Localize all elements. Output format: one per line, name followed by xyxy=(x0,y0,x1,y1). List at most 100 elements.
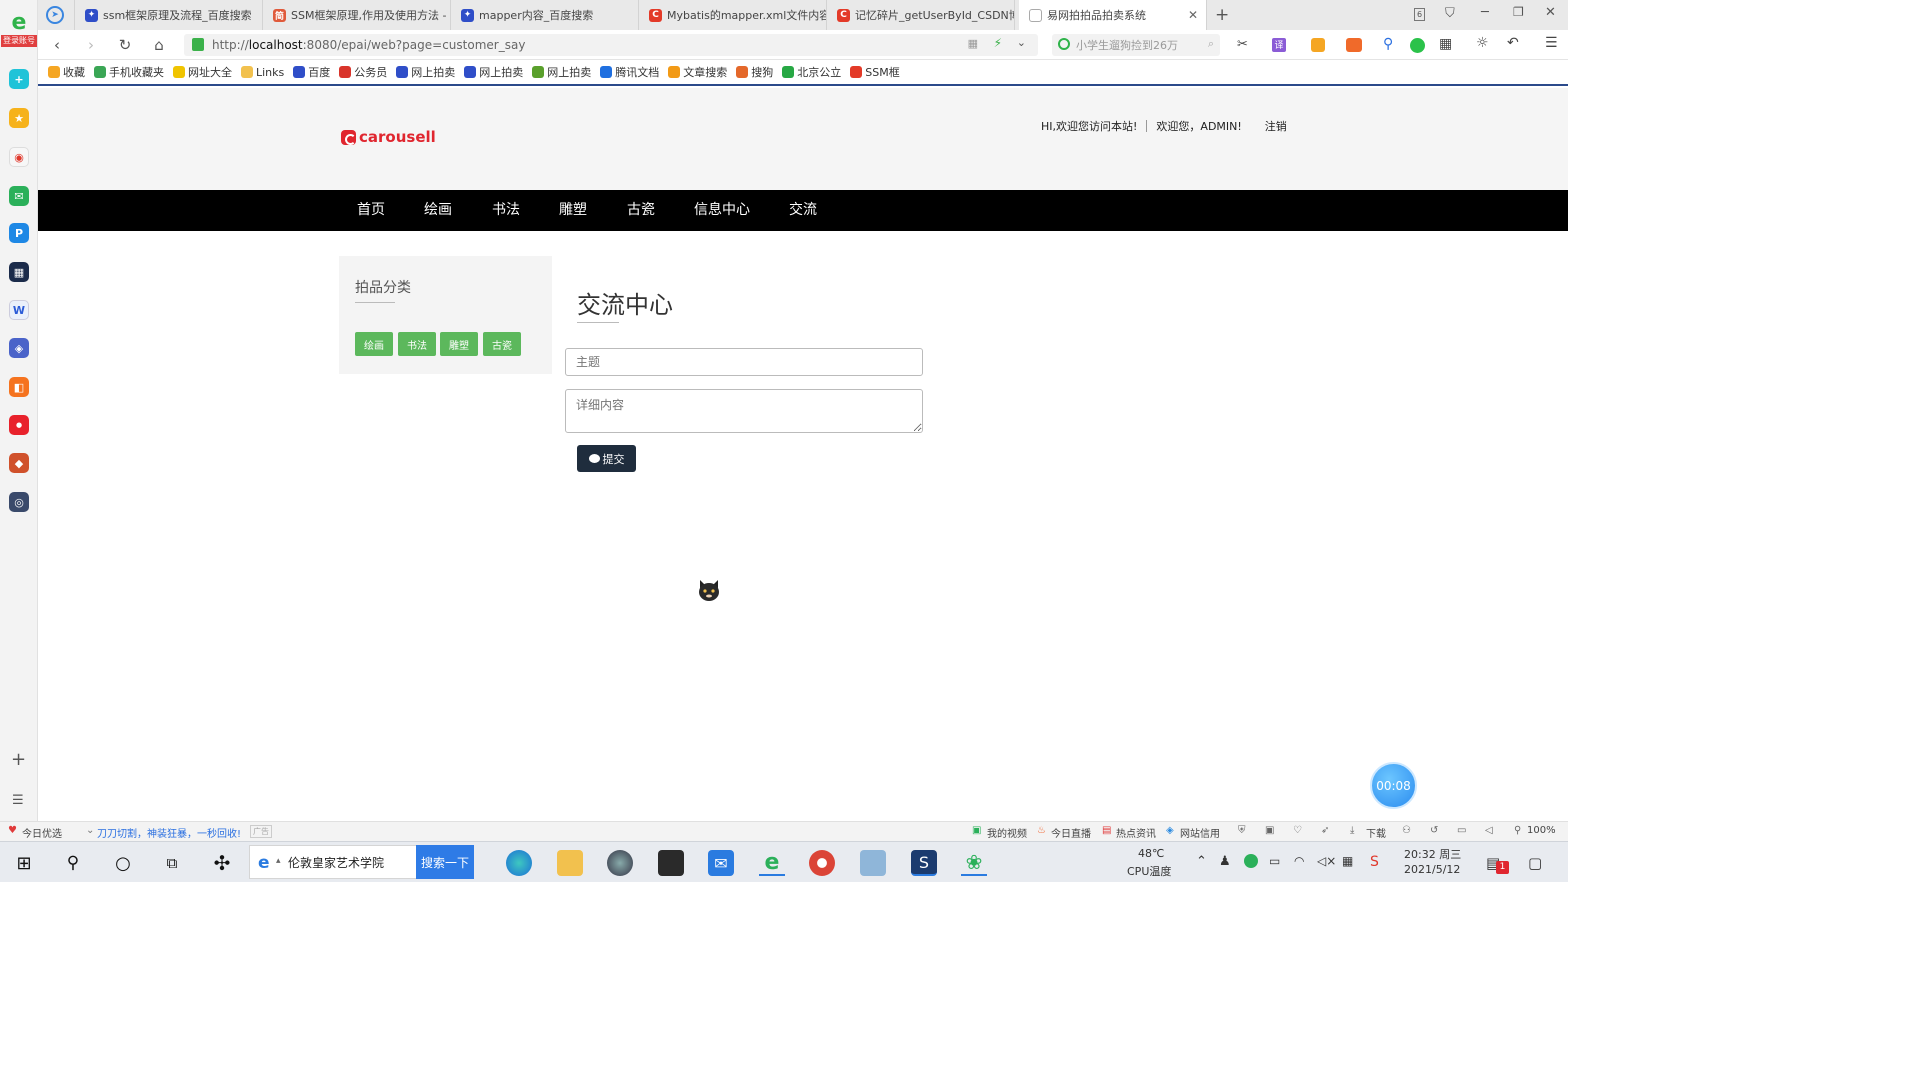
bookmark-item[interactable]: SSM框 xyxy=(850,64,900,80)
url-bar[interactable]: http://localhost:8080/epai/web?page=cust… xyxy=(184,34,1038,56)
pinwheel-icon[interactable]: ✣ xyxy=(209,850,235,876)
clock-date[interactable]: 2021/5/12 xyxy=(1404,863,1460,876)
clock-time[interactable]: 20:32 周三 xyxy=(1404,846,1461,862)
category-calligraphy-button[interactable]: 书法 xyxy=(398,332,436,356)
app-game3-icon[interactable]: ◆ xyxy=(9,453,29,473)
windows-start-icon[interactable]: ⊞ xyxy=(11,850,37,876)
file-explorer-icon[interactable] xyxy=(557,850,583,876)
game-icon[interactable] xyxy=(1346,38,1362,52)
sogou-ime-icon[interactable]: S xyxy=(1370,854,1379,870)
list-icon[interactable]: ☰ xyxy=(12,793,24,808)
shirt-icon[interactable]: ⛉ xyxy=(1445,6,1455,21)
tab-active[interactable]: 易网拍拍品拍卖系统 ✕ xyxy=(1019,0,1207,30)
chevron-up-icon[interactable]: ⌃ xyxy=(1196,854,1207,869)
app-red-icon[interactable]: ● xyxy=(9,415,29,435)
volume-icon[interactable]: ◁ xyxy=(1485,825,1493,836)
favorites-star-icon[interactable]: ★ xyxy=(9,108,29,128)
mail-icon[interactable]: ✉ xyxy=(9,186,29,206)
bookmark-item[interactable]: 腾讯文档 xyxy=(600,64,659,80)
logout-link[interactable]: 注销 xyxy=(1251,118,1296,134)
app-game4-icon[interactable]: ◎ xyxy=(9,492,29,512)
nav-home[interactable]: 首页 xyxy=(357,190,385,231)
ime-icon[interactable]: ▦ xyxy=(1342,854,1353,868)
detail-textarea[interactable] xyxy=(565,389,923,433)
wechat-icon[interactable]: ❀ xyxy=(961,850,987,876)
weibo-icon[interactable]: ◉ xyxy=(9,147,29,167)
tab-1[interactable]: 简 SSM框架原理,作用及使用方法 - xyxy=(263,0,451,30)
minimize-icon[interactable]: ─ xyxy=(1481,5,1489,20)
tray-app-icon[interactable] xyxy=(1244,854,1258,868)
bookmark-item[interactable]: 搜狗 xyxy=(736,64,773,80)
nav-calligraphy[interactable]: 书法 xyxy=(492,190,520,231)
tab-count-badge[interactable]: 6 xyxy=(1414,8,1425,21)
close-tab-icon[interactable]: ✕ xyxy=(1188,8,1198,22)
nav-painting[interactable]: 绘画 xyxy=(424,190,452,231)
site-logo[interactable]: carousell xyxy=(341,128,436,146)
chevron-down-icon[interactable]: ⌄ xyxy=(1017,36,1026,49)
bookmark-item[interactable]: Links xyxy=(241,66,284,79)
nav-sculpture[interactable]: 雕塑 xyxy=(559,190,587,231)
grid-icon[interactable]: ▦ xyxy=(1439,36,1452,52)
rocket-icon[interactable]: ➶ xyxy=(1321,825,1329,836)
qr-icon[interactable]: ▦ xyxy=(968,37,978,50)
cat-mascot-icon[interactable] xyxy=(697,578,721,602)
scissors-icon[interactable]: ✂ xyxy=(1237,37,1248,52)
bookmark-item[interactable]: 百度 xyxy=(293,64,330,80)
magnifier-icon[interactable]: ⚲ xyxy=(1383,36,1393,52)
bookmark-item[interactable]: 网上拍卖 xyxy=(396,64,455,80)
home-icon[interactable]: ⌂ xyxy=(150,36,168,54)
category-sculpture-button[interactable]: 雕塑 xyxy=(440,332,478,356)
sidebar-app-icon[interactable]: + xyxy=(9,69,29,89)
status-today-pick[interactable]: 今日优选 xyxy=(22,825,62,840)
eclipse-icon[interactable]: S xyxy=(911,850,937,876)
qq-icon[interactable]: ♟ xyxy=(1219,854,1231,869)
bookmark-item[interactable]: 网上拍卖 xyxy=(464,64,523,80)
store-icon[interactable] xyxy=(658,850,684,876)
back-arrow-icon[interactable]: ‹ xyxy=(48,36,66,54)
forward-arrow-icon[interactable]: › xyxy=(82,36,100,54)
app-shop-icon[interactable]: ◧ xyxy=(9,377,29,397)
bookmark-item[interactable]: 公务员 xyxy=(339,64,387,80)
status-site-credit[interactable]: 网站信用 xyxy=(1180,825,1220,840)
app-p-icon[interactable]: P xyxy=(9,223,29,243)
timer-bubble[interactable]: 00:08 xyxy=(1370,762,1417,809)
menu-icon[interactable]: ☰ xyxy=(1545,35,1558,51)
search-icon[interactable]: ⚲ xyxy=(60,850,86,876)
dropdown-icon[interactable]: ▴ xyxy=(276,856,281,866)
window-icon[interactable]: ▭ xyxy=(1457,825,1466,836)
tab-0[interactable]: ✦ ssm框架原理及流程_百度搜索 xyxy=(75,0,263,30)
edge-icon[interactable] xyxy=(506,850,532,876)
browser-360-icon[interactable]: e xyxy=(759,850,785,876)
status-hot-news[interactable]: 热点资讯 xyxy=(1116,825,1156,840)
search-icon[interactable]: ⌕ xyxy=(1208,37,1214,51)
task-view-icon[interactable]: ⧉ xyxy=(159,850,185,876)
brightness-icon[interactable]: ☼ xyxy=(1476,35,1489,51)
submit-button[interactable]: 提交 xyxy=(577,445,636,472)
tab-4[interactable]: C 记忆碎片_getUserById_CSDN博 xyxy=(827,0,1015,30)
document-icon[interactable]: W xyxy=(9,300,29,320)
bookmark-item[interactable]: 北京公立 xyxy=(782,64,841,80)
screenshot-icon[interactable]: ▣ xyxy=(1265,825,1274,836)
app-game-icon[interactable]: ▦ xyxy=(9,262,29,282)
bookmark-item[interactable]: 文章搜索 xyxy=(668,64,727,80)
login-badge[interactable]: 登录账号 xyxy=(1,35,37,47)
notepad-icon[interactable] xyxy=(860,850,886,876)
mail-app-icon[interactable]: ✉ xyxy=(708,850,734,876)
new-tab-button[interactable]: + xyxy=(1215,5,1229,25)
reload-icon[interactable]: ↻ xyxy=(116,36,134,54)
bookmark-item[interactable]: 手机收藏夹 xyxy=(94,64,164,80)
nav-info-center[interactable]: 信息中心 xyxy=(694,190,750,231)
status-live[interactable]: 今日直播 xyxy=(1051,825,1091,840)
wifi-icon[interactable]: ◠ xyxy=(1294,854,1304,868)
tab-nav-icon[interactable]: ➤ xyxy=(38,0,75,30)
nav-porcelain[interactable]: 古瓷 xyxy=(627,190,655,231)
status-my-video[interactable]: 我的视频 xyxy=(987,825,1027,840)
bookmark-item[interactable]: 收藏 xyxy=(48,64,85,80)
speaker-muted-icon[interactable]: ◁× xyxy=(1317,854,1336,868)
shield-icon[interactable] xyxy=(1311,38,1325,52)
taskbar-search-button[interactable]: 搜索一下 xyxy=(416,845,474,879)
shield-status-icon[interactable]: ⛨ xyxy=(1238,825,1246,836)
nav-exchange[interactable]: 交流 xyxy=(789,190,817,231)
category-porcelain-button[interactable]: 古瓷 xyxy=(483,332,521,356)
undo-icon[interactable]: ↶ xyxy=(1507,35,1519,51)
